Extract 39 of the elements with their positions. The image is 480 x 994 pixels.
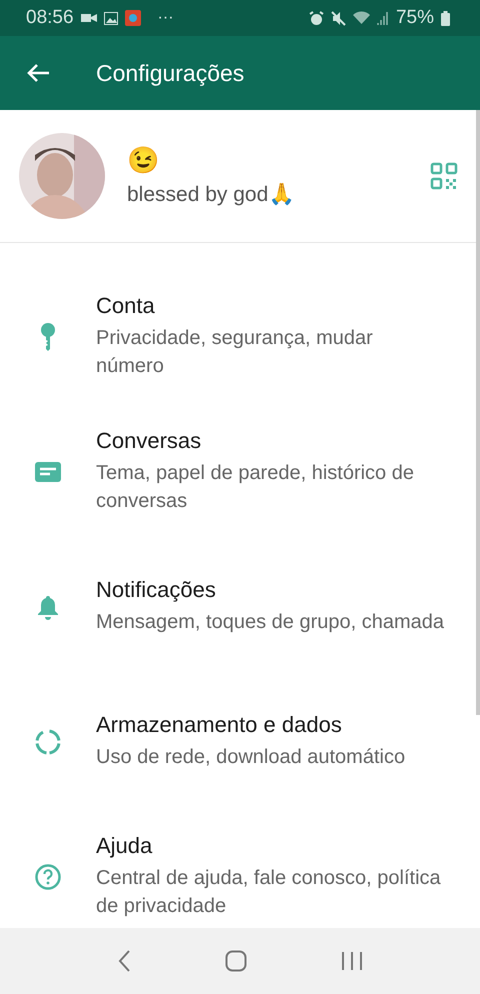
app-icon (124, 10, 141, 26)
settings-subtitle: Privacidade, segurança, mudar número (96, 326, 374, 379)
recent-apps-icon[interactable] (341, 951, 363, 971)
video-camera-icon (80, 12, 97, 24)
settings-subtitle: Tema, papel de parede, histórico de conversas (96, 461, 415, 514)
alarm-icon (308, 10, 324, 26)
settings-title: Notificações (96, 577, 216, 603)
back-icon[interactable] (117, 949, 131, 973)
settings-item[interactable]: Conversas Tema, papel de parede, histórico de conversas (0, 404, 480, 539)
message-icon (35, 462, 61, 482)
qr-code-icon[interactable] (430, 162, 458, 190)
settings-item[interactable]: Armazenamento e dados Uso de rede, download automático (0, 674, 480, 809)
home-icon[interactable] (225, 950, 247, 972)
profile-name: 😉 (127, 145, 159, 176)
settings-item[interactable]: Notificações Mensagem, toques de grupo, chamada (0, 539, 480, 674)
settings-item[interactable]: Conta Privacidade, segurança, mudar número (0, 269, 480, 404)
key-icon (41, 322, 55, 350)
settings-subtitle: Mensagem, toques de grupo, chamada (96, 610, 444, 635)
profile-about: blessed by god🙏 (127, 182, 294, 207)
settings-title: Armazenamento e dados (96, 712, 342, 738)
circle-progress-icon (35, 728, 61, 754)
settings-title: Ajuda (96, 833, 152, 859)
wifi-icon (352, 11, 370, 25)
more-notifications: ··· (158, 9, 174, 27)
back-arrow-icon[interactable] (26, 63, 50, 83)
help-icon (35, 864, 61, 890)
signal-icon (376, 11, 389, 25)
battery-level: 75% (396, 7, 434, 29)
page-title: Configurações (96, 60, 244, 86)
settings-subtitle: Uso de rede, download automático (96, 745, 406, 770)
battery-icon (441, 10, 450, 26)
settings-title: Conversas (96, 428, 202, 454)
image-icon (104, 12, 118, 24)
settings-subtitle: Central de ajuda, fale conosco, política de privacidade (96, 866, 442, 919)
bell-icon (37, 594, 59, 620)
status-time: 08:56 (26, 7, 74, 29)
mute-icon (330, 10, 346, 26)
settings-item[interactable]: Ajuda Central de ajuda, fale conosco, política de privacidade (0, 809, 480, 928)
settings-title: Conta (96, 293, 155, 319)
